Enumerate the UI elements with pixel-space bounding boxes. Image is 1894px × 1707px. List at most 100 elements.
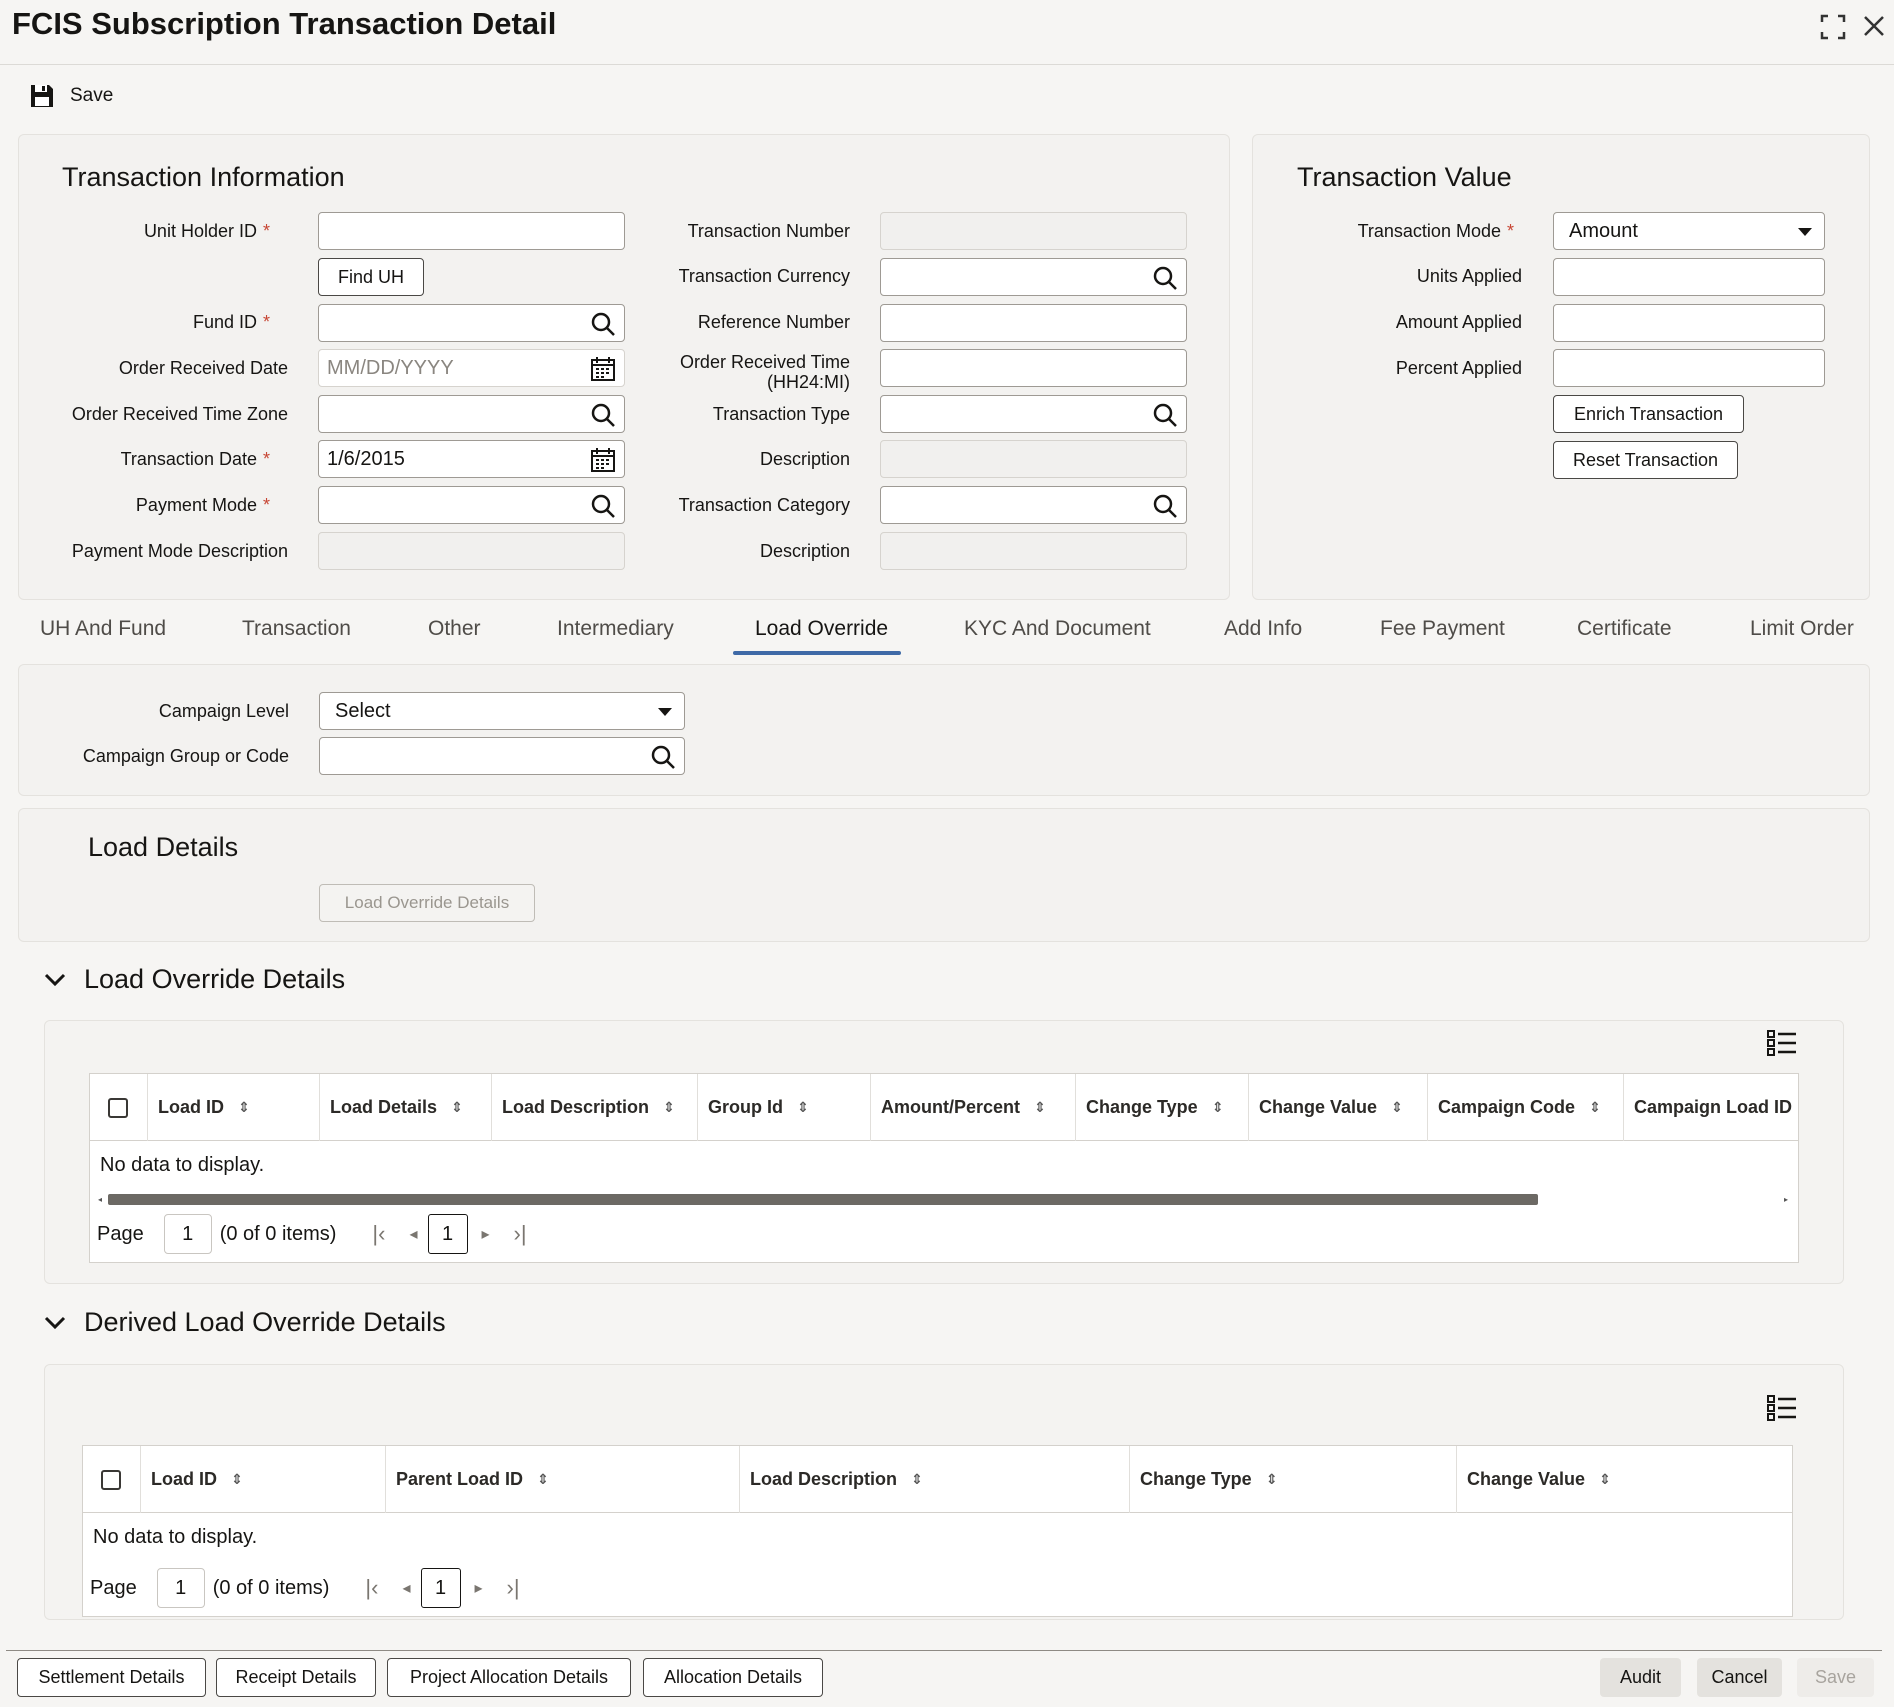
sort-icon[interactable]: ⇕ (1391, 1099, 1403, 1116)
percent-applied-input[interactable] (1553, 349, 1825, 387)
search-icon[interactable] (1152, 402, 1178, 428)
tab-transaction[interactable]: Transaction (242, 617, 351, 641)
save-button[interactable]: Save (1797, 1658, 1874, 1697)
order-received-time-label-line2: (HH24:MI) (766, 372, 850, 392)
last-page-icon[interactable]: ›| (507, 1575, 520, 1601)
search-icon[interactable] (590, 311, 616, 337)
sort-icon[interactable]: ⇕ (663, 1099, 675, 1116)
tab-add-info[interactable]: Add Info (1224, 617, 1302, 641)
order-received-date-input[interactable]: MM/DD/YYYY (318, 349, 625, 387)
select-all-checkbox[interactable] (108, 1097, 128, 1118)
column-header[interactable]: Change Value ⇕ (1456, 1446, 1793, 1513)
sort-icon[interactable]: ⇕ (1589, 1099, 1601, 1116)
column-manager-icon[interactable] (1767, 1030, 1797, 1056)
sort-icon[interactable]: ⇕ (238, 1099, 250, 1116)
reference-number-input[interactable] (880, 304, 1187, 342)
search-icon[interactable] (590, 493, 616, 519)
page-input[interactable]: 1 (163, 1214, 212, 1254)
payment-mode-input[interactable] (318, 486, 625, 524)
sort-icon[interactable]: ⇕ (1266, 1471, 1278, 1488)
next-page-icon[interactable]: ▸ (482, 1224, 490, 1244)
search-icon[interactable] (590, 402, 616, 428)
last-page-icon[interactable]: ›| (514, 1221, 527, 1247)
transaction-currency-input[interactable] (880, 258, 1187, 296)
column-header[interactable]: Campaign Code ⇕ (1427, 1074, 1623, 1141)
sort-icon[interactable]: ⇕ (911, 1471, 923, 1488)
tab-kyc-and-document[interactable]: KYC And Document (964, 617, 1151, 641)
horizontal-scrollbar[interactable]: ◂ ▸ (98, 1192, 1788, 1206)
tab-limit-order[interactable]: Limit Order (1750, 617, 1854, 641)
column-header[interactable]: Change Type ⇕ (1129, 1446, 1456, 1513)
find-uh-button[interactable]: Find UH (318, 258, 424, 296)
column-header[interactable]: Amount/Percent ⇕ (870, 1074, 1075, 1141)
column-header[interactable]: Load ID ⇕ (140, 1446, 385, 1513)
maximize-icon[interactable] (1818, 12, 1848, 49)
search-icon[interactable] (1152, 493, 1178, 519)
campaign-level-select[interactable]: Select (319, 692, 685, 730)
previous-page-icon[interactable]: ◂ (402, 1578, 410, 1598)
column-header[interactable]: Load Description ⇕ (491, 1074, 697, 1141)
sort-icon[interactable]: ⇕ (1212, 1099, 1224, 1116)
page-input[interactable]: 1 (156, 1568, 205, 1608)
sort-icon[interactable]: ⇕ (231, 1471, 243, 1488)
amount-applied-input[interactable] (1553, 304, 1825, 342)
load-override-details-header[interactable]: Load Override Details (44, 964, 345, 995)
close-icon[interactable] (1860, 12, 1888, 47)
column-header[interactable]: Change Value ⇕ (1248, 1074, 1427, 1141)
project-allocation-details-button[interactable]: Project Allocation Details (387, 1658, 631, 1697)
column-header[interactable]: Change Type ⇕ (1075, 1074, 1248, 1141)
order-received-time-input[interactable] (880, 349, 1187, 387)
current-page[interactable]: 1 (420, 1568, 461, 1608)
tab-intermediary[interactable]: Intermediary (557, 617, 674, 641)
tab-fee-payment[interactable]: Fee Payment (1380, 617, 1505, 641)
scrollbar-thumb[interactable] (108, 1194, 1538, 1205)
column-header[interactable]: Load Details ⇕ (319, 1074, 491, 1141)
order-received-time-zone-input[interactable] (318, 395, 625, 433)
transaction-mode-select[interactable]: Amount (1553, 212, 1825, 250)
transaction-date-input[interactable]: 1/6/2015 (318, 440, 625, 478)
next-page-icon[interactable]: ▸ (475, 1578, 483, 1598)
previous-page-icon[interactable]: ◂ (409, 1224, 417, 1244)
toolbar-save-button[interactable]: Save (28, 82, 113, 110)
chevron-down-icon (44, 1316, 66, 1329)
cancel-button[interactable]: Cancel (1697, 1658, 1782, 1697)
sort-icon[interactable]: ⇕ (537, 1471, 549, 1488)
transaction-category-input[interactable] (880, 486, 1187, 524)
search-icon[interactable] (650, 744, 676, 770)
tab-uh-and-fund[interactable]: UH And Fund (40, 617, 166, 641)
calendar-icon[interactable] (590, 356, 616, 382)
sort-icon[interactable]: ⇕ (1599, 1471, 1611, 1488)
fund-id-input[interactable] (318, 304, 625, 342)
sort-icon[interactable]: ⇕ (451, 1099, 463, 1116)
unit-holder-id-input[interactable] (318, 212, 625, 250)
campaign-group-input[interactable] (319, 737, 685, 775)
search-icon[interactable] (1152, 265, 1178, 291)
reset-transaction-button[interactable]: Reset Transaction (1553, 441, 1738, 479)
allocation-details-button[interactable]: Allocation Details (643, 1658, 823, 1697)
current-page[interactable]: 1 (427, 1214, 468, 1254)
column-header[interactable]: Campaign Load ID (1623, 1074, 1799, 1141)
first-page-icon[interactable]: |‹ (372, 1221, 385, 1247)
calendar-icon[interactable] (590, 447, 616, 473)
column-header[interactable]: Group Id ⇕ (697, 1074, 870, 1141)
load-override-details-button[interactable]: Load Override Details (319, 884, 535, 922)
derived-load-override-details-header[interactable]: Derived Load Override Details (44, 1307, 446, 1338)
order-received-time-zone-label: Order Received Time Zone (71, 404, 288, 424)
receipt-details-button[interactable]: Receipt Details (216, 1658, 376, 1697)
settlement-details-button[interactable]: Settlement Details (17, 1658, 206, 1697)
transaction-type-input[interactable] (880, 395, 1187, 433)
enrich-transaction-button[interactable]: Enrich Transaction (1553, 395, 1744, 433)
tab-certificate[interactable]: Certificate (1577, 617, 1672, 641)
first-page-icon[interactable]: |‹ (365, 1575, 378, 1601)
tab-other[interactable]: Other (428, 617, 481, 641)
sort-icon[interactable]: ⇕ (1034, 1099, 1046, 1116)
column-header[interactable]: Load ID ⇕ (147, 1074, 319, 1141)
units-applied-input[interactable] (1553, 258, 1825, 296)
select-all-checkbox[interactable] (101, 1469, 121, 1490)
column-manager-icon[interactable] (1767, 1395, 1797, 1421)
tab-load-override[interactable]: Load Override (755, 617, 888, 641)
column-header[interactable]: Load Description ⇕ (739, 1446, 1129, 1513)
audit-button[interactable]: Audit (1600, 1658, 1681, 1697)
column-header[interactable]: Parent Load ID ⇕ (385, 1446, 739, 1513)
sort-icon[interactable]: ⇕ (797, 1099, 809, 1116)
